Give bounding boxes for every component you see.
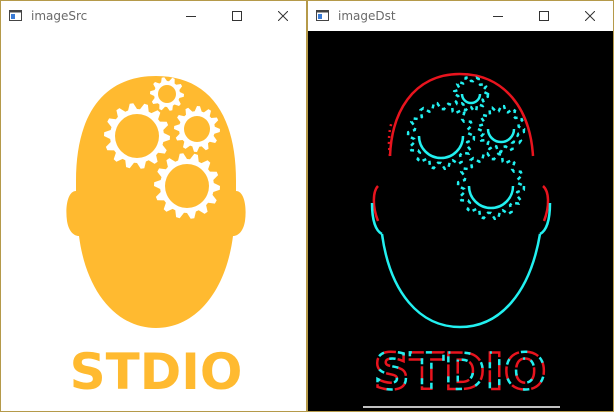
minimize-button[interactable] (168, 1, 214, 31)
gear-hub (115, 114, 159, 158)
minimize-button[interactable] (475, 1, 521, 31)
close-button[interactable] (260, 1, 306, 31)
image-canvas: STDIO STDIO (308, 31, 613, 411)
window-title: imageSrc (31, 9, 88, 23)
source-logo-image: STDIO (66, 76, 246, 401)
minimize-icon (493, 16, 503, 17)
gear-outline (452, 75, 490, 113)
window-title: imageDst (338, 9, 396, 23)
maximize-button[interactable] (521, 1, 567, 31)
gear-outlines (406, 75, 526, 221)
title-bar[interactable]: imageDst (308, 1, 613, 31)
gear-hub-outline (417, 135, 465, 160)
logo-text: STDIO (70, 343, 243, 401)
title-bar[interactable]: imageSrc (1, 1, 306, 31)
gear-hub-outline (486, 128, 516, 144)
maximize-icon (232, 11, 242, 21)
gear-hub-outline (467, 185, 515, 210)
edge-detected-image: STDIO STDIO (363, 72, 560, 408)
minimize-icon (186, 16, 196, 17)
app-window-icon (316, 10, 329, 21)
app-window-icon (9, 10, 22, 21)
gear-hub (158, 85, 176, 103)
close-icon (278, 11, 288, 21)
gear-hub (165, 164, 209, 208)
close-button[interactable] (567, 1, 613, 31)
image-src-window: imageSrc STDIO (0, 0, 307, 412)
close-icon (585, 11, 595, 21)
image-canvas: STDIO (1, 31, 306, 411)
maximize-icon (539, 11, 549, 21)
gear-outline (476, 104, 526, 154)
logo-text-outline-cyan: STDIO (374, 343, 547, 401)
gear-hub-outline (460, 93, 482, 105)
gear-hub (184, 116, 210, 142)
image-dst-window: imageDst STDIO STDIO (307, 0, 614, 412)
maximize-button[interactable] (214, 1, 260, 31)
